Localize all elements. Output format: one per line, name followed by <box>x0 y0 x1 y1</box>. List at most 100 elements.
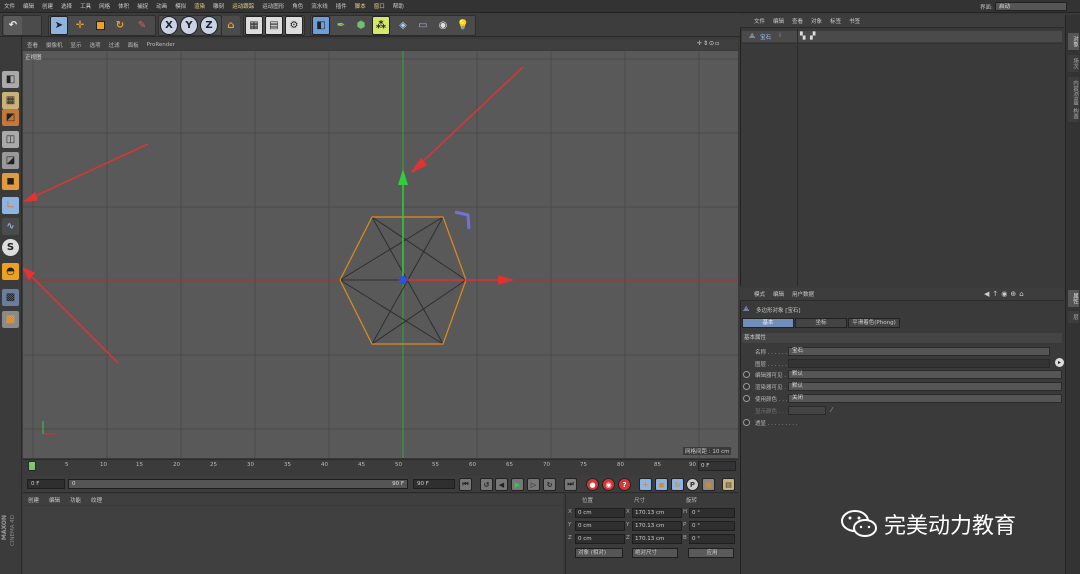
object-menu-view[interactable]: 查看 <box>788 17 807 25</box>
recent-tool-icon[interactable]: ✎ <box>133 16 151 35</box>
menu-plugins[interactable]: 插件 <box>332 2 351 10</box>
size-mode-select[interactable]: 绝对尺寸 <box>632 548 678 558</box>
enable-axis-icon[interactable]: ∟ <box>2 197 19 214</box>
camera-icon[interactable]: ◉ <box>434 16 452 35</box>
scale-icon[interactable] <box>91 16 109 35</box>
render-picture-viewer-icon[interactable]: ▤ <box>265 16 283 35</box>
attribute-menu-edit[interactable]: 编辑 <box>769 290 788 298</box>
tab-structure[interactable]: 构造 <box>1068 105 1079 122</box>
object-menu-tags[interactable]: 标签 <box>826 17 845 25</box>
undo-icon[interactable]: ↶ <box>4 16 22 35</box>
auto-keyframe-icon[interactable]: ◉ <box>602 478 615 491</box>
editor-visible-select[interactable]: 默认 <box>788 370 1062 379</box>
menu-render[interactable]: 渲染 <box>190 2 209 10</box>
light-icon[interactable]: 💡 <box>454 16 472 35</box>
attribute-menu-userdata[interactable]: 用户数据 <box>788 290 818 298</box>
key-parameter-icon[interactable]: P <box>686 478 699 491</box>
object-menu-edit[interactable]: 编辑 <box>769 17 788 25</box>
tab-basic[interactable]: 基本 <box>742 318 794 328</box>
viewport-canvas[interactable] <box>23 51 738 458</box>
menu-simulate[interactable]: 模拟 <box>171 2 190 10</box>
axis-z-button[interactable]: Z <box>200 16 218 35</box>
layout-select[interactable]: 启动 <box>995 2 1067 11</box>
rotate-icon[interactable]: ↻ <box>111 16 129 35</box>
viewport-menu-panel[interactable]: 面板 <box>124 41 143 49</box>
rotation-p-field[interactable]: 0 ° <box>689 521 735 531</box>
layer-pick-icon[interactable]: ▸ <box>1055 358 1064 367</box>
planar-workplane-icon[interactable]: ▩ <box>2 311 19 328</box>
viewport-navigation-icons[interactable]: ✛⇕⊙▫ <box>697 40 720 47</box>
key-position-icon[interactable]: ✛ <box>639 478 652 491</box>
coordinate-system-icon[interactable]: ⌂ <box>222 16 240 35</box>
menu-mesh[interactable]: 网格 <box>95 2 114 10</box>
object-menu-bookmarks[interactable]: 书签 <box>845 17 864 25</box>
menu-create[interactable]: 创建 <box>38 2 57 10</box>
display-color-swatch[interactable] <box>788 406 826 415</box>
attribute-menu-mode[interactable]: 模式 <box>750 290 769 298</box>
spline-pen-icon[interactable]: ✒ <box>332 16 350 35</box>
array-icon[interactable]: ⁂ <box>372 16 390 35</box>
menu-select[interactable]: 选择 <box>57 2 76 10</box>
menu-file[interactable]: 文件 <box>0 2 19 10</box>
name-field[interactable]: 宝石 <box>788 347 1050 356</box>
edges-mode-icon[interactable]: ◪ <box>2 152 19 169</box>
object-name-label[interactable]: 宝石 <box>760 33 771 41</box>
record-keyframe-icon[interactable]: ● <box>586 478 599 491</box>
render-view-icon[interactable]: ▦ <box>245 16 263 35</box>
viewport-menu-camera[interactable]: 摄像机 <box>42 41 67 49</box>
y-axis-handle-icon[interactable] <box>398 169 408 185</box>
object-center-icon[interactable] <box>399 276 407 284</box>
solo-mode-icon[interactable]: S <box>2 239 19 256</box>
goto-end-icon[interactable]: ⏭ <box>564 478 577 491</box>
layer-field[interactable] <box>788 359 1050 368</box>
points-mode-icon[interactable]: ◫ <box>2 131 19 148</box>
timeline-window-icon[interactable]: ▤ <box>722 478 735 491</box>
visibility-dots-icon[interactable]: ⁞ <box>779 32 781 39</box>
rotation-h-field[interactable]: 0 ° <box>689 508 735 518</box>
environment-floor-icon[interactable]: ▭ <box>414 16 432 35</box>
key-scale-icon[interactable]: ◼ <box>655 478 668 491</box>
material-area[interactable] <box>23 506 563 574</box>
polygons-mode-icon[interactable]: ◼ <box>2 173 19 190</box>
rotation-band-icon[interactable] <box>454 210 471 230</box>
object-list-row[interactable] <box>742 31 1062 42</box>
play-icon[interactable]: ▶ <box>511 478 524 491</box>
viewport-menu-prorender[interactable]: ProRender <box>143 42 179 48</box>
menu-pipeline[interactable]: 流水线 <box>307 2 332 10</box>
tab-coordinates[interactable]: 坐标 <box>795 318 847 328</box>
menu-motion-tracker[interactable]: 运动跟踪 <box>228 2 258 10</box>
tweak-mode-icon[interactable]: ∿ <box>2 218 19 235</box>
prev-keyframe-icon[interactable]: ↺ <box>480 478 493 491</box>
phong-tag-icon[interactable]: ▚ <box>800 32 805 40</box>
apply-button[interactable]: 应用 <box>688 548 734 558</box>
xray-radio[interactable] <box>743 419 750 426</box>
workplane-mode-icon[interactable]: ◩ <box>2 109 19 126</box>
rotation-b-field[interactable]: 0 ° <box>689 534 735 544</box>
timeline-ruler[interactable]: 0 5 10 15 20 25 30 35 40 45 50 55 60 65 … <box>23 459 738 476</box>
render-visible-radio[interactable] <box>743 383 750 390</box>
material-menu-create[interactable]: 创建 <box>23 496 44 504</box>
menu-animate[interactable]: 动画 <box>152 2 171 10</box>
size-y-field[interactable]: 170.13 cm <box>632 521 682 531</box>
current-frame-field[interactable]: 0 F <box>698 461 736 471</box>
color-picker-icon[interactable]: ⁄ <box>831 406 832 414</box>
object-menu-file[interactable]: 文件 <box>750 17 769 25</box>
position-y-field[interactable]: 0 cm <box>575 521 625 531</box>
tab-layers[interactable]: 层 <box>1068 311 1079 323</box>
move-icon[interactable]: ✛ <box>71 16 89 35</box>
subdivision-surface-icon[interactable]: ⬢ <box>352 16 370 35</box>
snap-magnet-icon[interactable]: ◓ <box>2 263 19 280</box>
menu-window[interactable]: 窗口 <box>370 2 389 10</box>
attribute-nav-icons[interactable]: ◀↑◉⊕⌂ <box>984 290 1027 298</box>
menu-character[interactable]: 角色 <box>288 2 307 10</box>
menu-help[interactable]: 帮助 <box>389 2 408 10</box>
menu-tools[interactable]: 工具 <box>76 2 95 10</box>
menu-script[interactable]: 脚本 <box>351 2 370 10</box>
material-menu-edit[interactable]: 编辑 <box>44 496 65 504</box>
x-axis-handle-icon[interactable] <box>498 275 514 285</box>
position-x-field[interactable]: 0 cm <box>575 508 625 518</box>
material-menu-function[interactable]: 功能 <box>65 496 86 504</box>
cube-object-icon[interactable]: ◧ <box>312 16 330 35</box>
end-frame-field[interactable]: 90 F <box>413 479 455 489</box>
deformer-icon[interactable]: ◈ <box>394 16 412 35</box>
